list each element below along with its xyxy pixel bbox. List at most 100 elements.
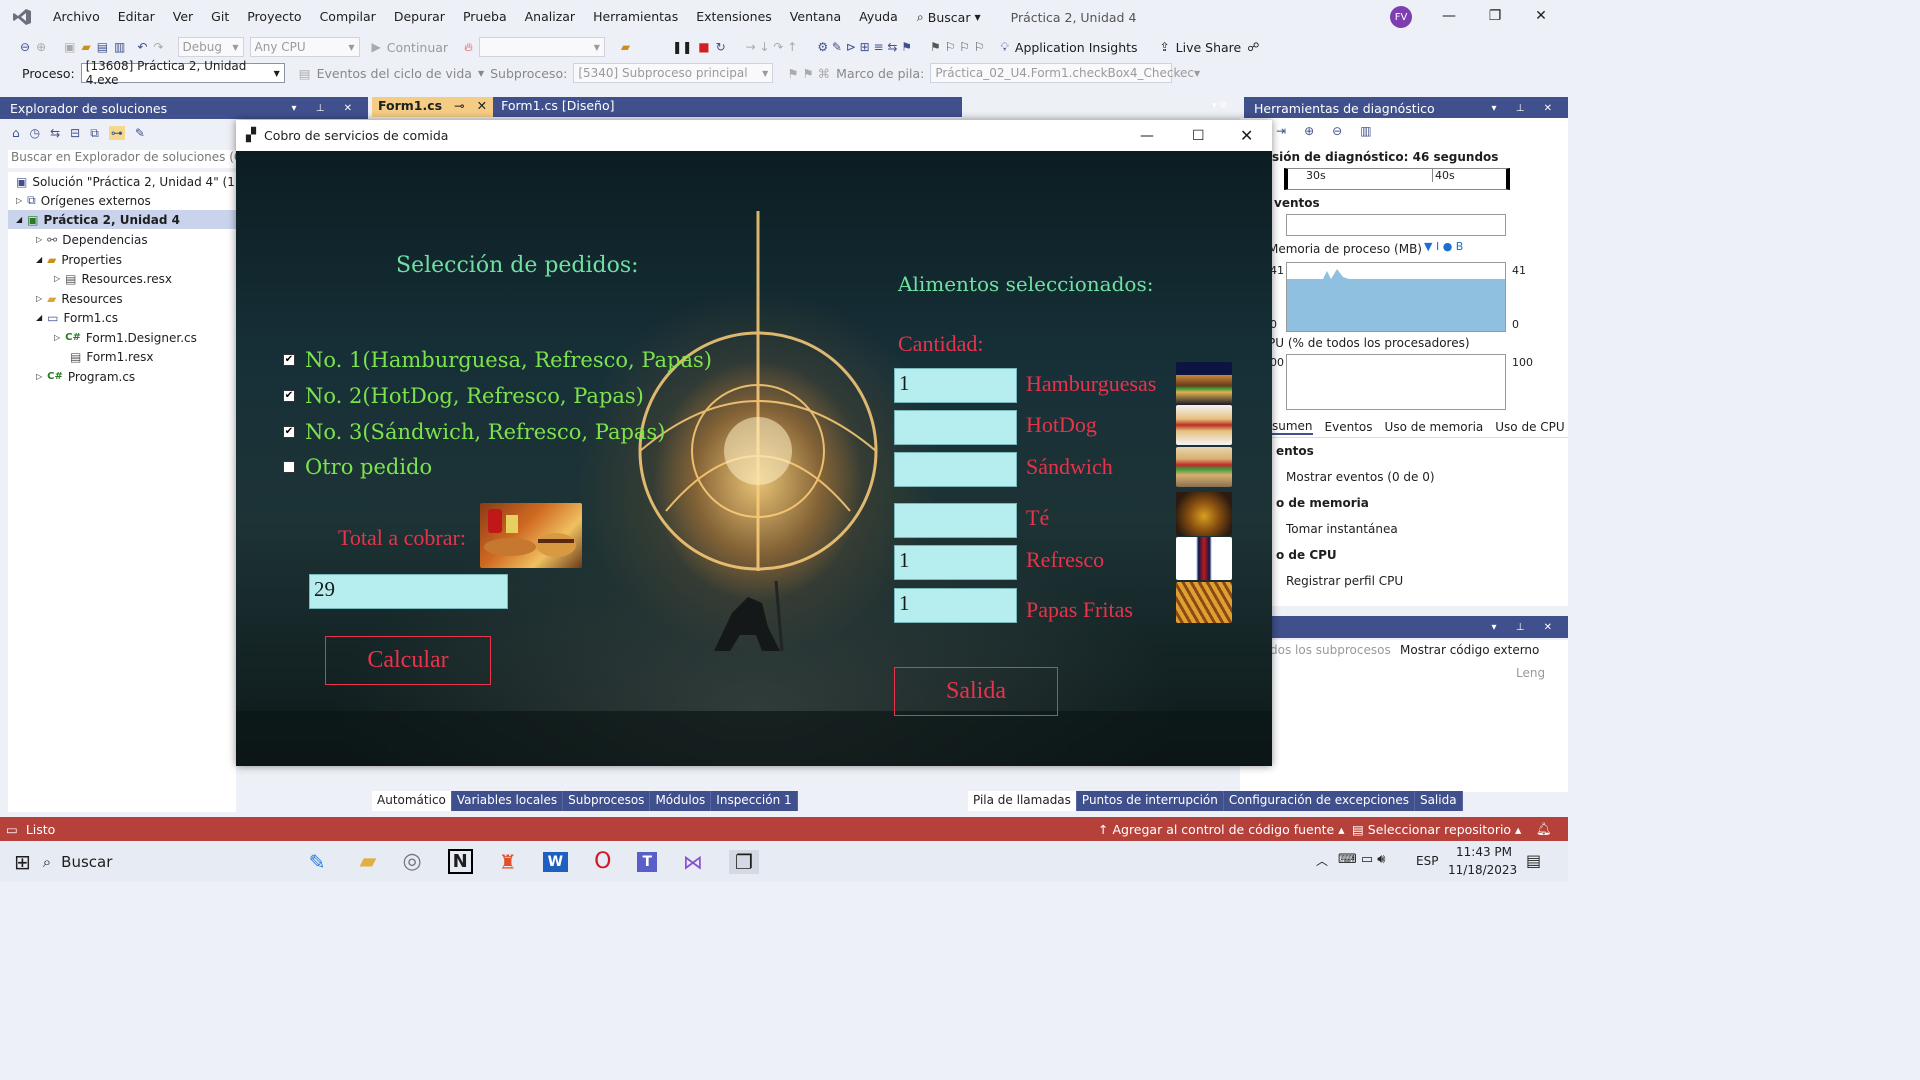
collapse-icon[interactable]: ⊟ [70,126,80,140]
sync-icon[interactable]: ⇆ [50,126,60,140]
menu-ventana[interactable]: Ventana [781,0,850,34]
platform-select[interactable]: Any CPU ▼ [249,37,360,57]
expand-icon[interactable]: ▷ [36,235,42,244]
tab-call-stack[interactable]: Pila de llamadas [968,791,1077,811]
menu-ayuda[interactable]: Ayuda [850,0,907,34]
timeline-ruler[interactable]: 30s 40s [1284,168,1510,190]
menu-ver[interactable]: Ver [164,0,202,34]
show-events-link[interactable]: Mostrar eventos (0 de 0) [1286,470,1435,484]
tab-form1-design[interactable]: Form1.cs [Diseño] [493,97,622,117]
tab-cpu[interactable]: Uso de CPU [1495,420,1564,434]
select-repo-button[interactable]: ▤ Seleccionar repositorio ▴ [1352,822,1521,837]
tab-threads[interactable]: Subprocesos [563,791,651,811]
expand-icon[interactable]: ▷ [36,294,42,303]
vs-search-button[interactable]: ⌕ Buscar ▼ [917,9,981,25]
export-icon[interactable]: ⇥ [1276,124,1286,138]
bookmark-icon[interactable]: ⚑ ⚐ ⚐ ⚐ [930,40,984,54]
record-cpu-link[interactable]: Registrar perfil CPU [1286,574,1403,588]
salida-button[interactable]: Salida [894,667,1058,716]
word-icon[interactable]: W [542,851,569,872]
menu-compilar[interactable]: Compilar [311,0,385,34]
tray-chevron-icon[interactable]: ︿ [1316,852,1328,869]
pause-icon[interactable]: ❚❚ [672,40,692,54]
lightbulb-icon[interactable]: 💡︎ [1000,40,1008,55]
avatar[interactable]: FV [1390,6,1412,28]
checkbox-other-order[interactable]: Otro pedido [283,455,432,479]
home-icon[interactable]: ⌂ [12,126,20,140]
tree-item-solution[interactable]: ▣ Solución "Práctica 2, Unidad 4" (1 d [16,172,246,191]
step-into-icon[interactable]: → ↓ ↷ ↑ [746,40,798,54]
visual-studio-icon[interactable]: ⋈ [683,850,703,874]
expand-icon[interactable]: ▷ [54,274,60,283]
tea-qty-input[interactable] [894,503,1017,538]
teams-icon[interactable]: T [637,851,658,872]
menu-extensiones[interactable]: Extensiones [687,0,781,34]
show-external-code-button[interactable]: Mostrar código externo [1400,643,1539,657]
checkbox-icon[interactable] [283,461,295,473]
windows-start-icon[interactable]: ⊞ [14,850,31,874]
tree-item-form1-designer[interactable]: ▷ C# Form1.Designer.cs [54,328,197,347]
hamburger-qty-input[interactable]: 1 [894,368,1017,403]
tab-modules[interactable]: Módulos [650,791,712,811]
notification-center-icon[interactable]: ▤ [1526,851,1541,870]
sandwich-qty-input[interactable] [894,452,1017,487]
lifecycle-events-button[interactable]: Eventos del ciclo de vida [317,66,472,81]
checkbox-order-2[interactable]: ✔ No. 2(HotDog, Refresco, Papas) [283,384,644,408]
wrench-icon[interactable]: ✎ [135,126,145,140]
total-input[interactable]: 29 [309,574,508,609]
startup-item-select[interactable]: ▼ [478,37,605,57]
calcular-button[interactable]: Calcular [325,636,491,685]
opera-icon[interactable]: O [594,849,611,874]
menu-proyecto[interactable]: Proyecto [238,0,310,34]
expand-icon[interactable]: ▷ [16,196,22,205]
soda-qty-input[interactable]: 1 [894,545,1017,580]
save-icon[interactable]: ▤ [97,40,108,54]
forward-icon[interactable]: ⊕ [36,40,46,54]
zoom-out-icon[interactable]: ⊖ [1332,124,1342,138]
take-snapshot-link[interactable]: Tomar instantánea [1286,522,1398,536]
hotdog-qty-input[interactable] [894,410,1017,445]
tree-item-external[interactable]: ▷ ⧉ Orígenes externos [16,191,151,210]
new-project-icon[interactable]: ▣ [64,40,75,54]
menu-herramientas[interactable]: Herramientas [584,0,687,34]
zoom-in-icon[interactable]: ⊕ [1304,124,1314,138]
tab-events[interactable]: Eventos [1325,420,1373,434]
filter-icon[interactable]: ⊶ [108,126,125,140]
back-icon[interactable]: ⊖ [20,40,30,54]
checkbox-icon[interactable]: ✔ [283,354,295,366]
menu-editar[interactable]: Editar [109,0,164,34]
menu-archivo[interactable]: Archivo [44,0,109,34]
tab-exception-settings[interactable]: Configuración de excepciones [1224,791,1415,811]
maximize-icon[interactable]: ☐ [1192,128,1205,144]
notion-icon[interactable]: N [447,849,473,874]
continue-button[interactable]: Continuar [387,40,448,55]
collapse-icon[interactable]: ◢ [36,255,42,264]
chart-icon[interactable]: ▥ [1360,124,1371,138]
share-icon[interactable]: ⇪ [1160,40,1170,54]
menu-analizar[interactable]: Analizar [516,0,584,34]
hot-reload-icon[interactable]: 🔥︎ [464,40,473,55]
checkbox-icon[interactable]: ✔ [283,426,295,438]
thread-select[interactable]: [5340] Subproceso principal ▼ [573,63,774,83]
menu-git[interactable]: Git [202,0,238,34]
clock-time[interactable]: 11:43 PM [1456,845,1512,859]
tab-autos[interactable]: Automático [372,791,452,811]
restore-icon[interactable]: ❐ [1472,8,1518,24]
fries-qty-input[interactable]: 1 [894,588,1017,623]
history-icon[interactable]: ◷ [30,126,40,140]
chrome-icon[interactable]: ◎ [402,849,421,874]
tree-item-resources[interactable]: ▷ ▰ Resources [36,289,123,308]
all-threads-toggle[interactable]: dos los subprocesos [1270,643,1391,657]
undo-icon[interactable]: ↶ [137,40,147,54]
file-explorer-icon[interactable]: ▰ [360,849,377,874]
tab-watch[interactable]: Inspección 1 [711,791,798,811]
copy-icon[interactable]: ⧉ [90,126,99,141]
whiteboard-icon[interactable]: ✎ [309,850,326,874]
brave-icon[interactable]: ♜ [499,850,517,874]
redo-icon[interactable]: ↷ [153,40,163,54]
panel-controls[interactable]: ▾ ⊥ ✕ [1492,103,1568,114]
tree-item-form1-resx[interactable]: ▤ Form1.resx [70,347,153,366]
process-select[interactable]: [13608] Práctica 2, Unidad 4.exe ▼ [80,59,285,87]
expand-icon[interactable]: ▷ [36,372,42,381]
restart-icon[interactable]: ↻ [716,40,726,54]
